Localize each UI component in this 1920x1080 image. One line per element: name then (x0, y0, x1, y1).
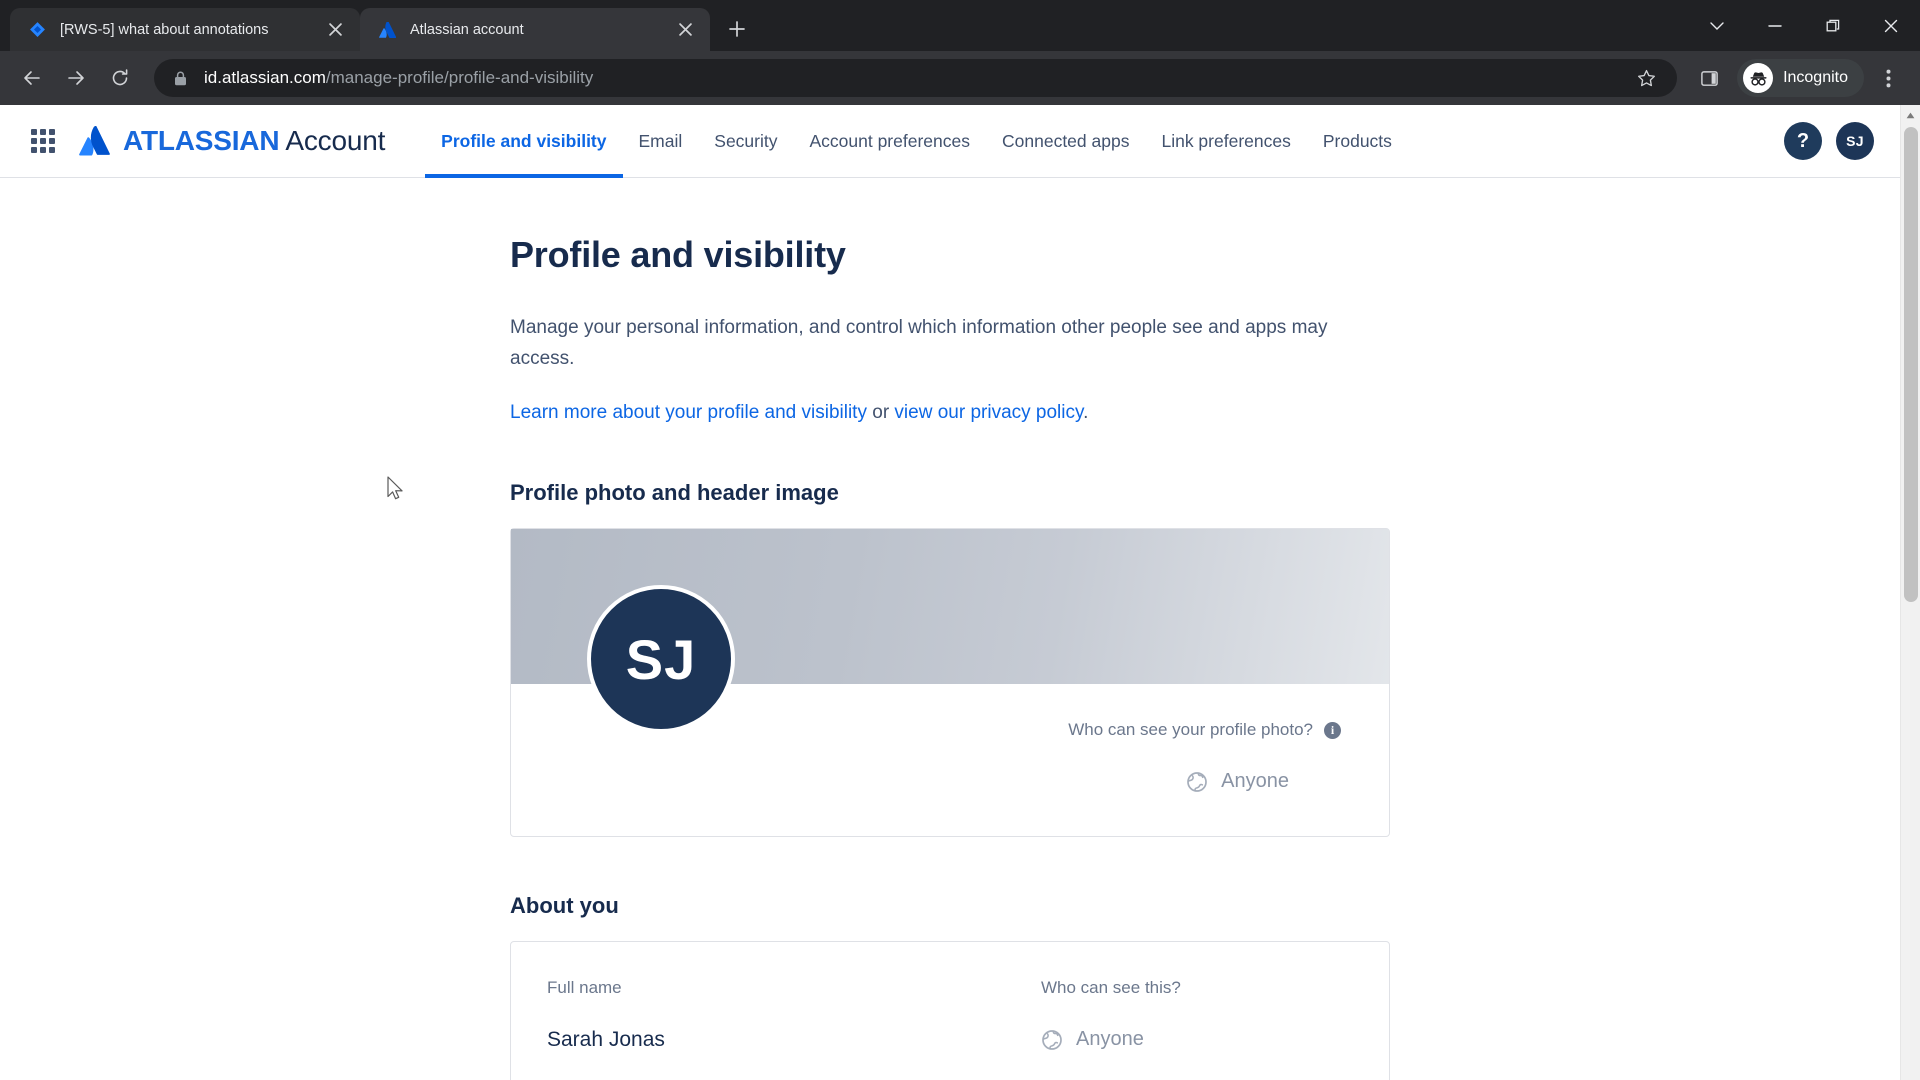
primary-nav: Profile and visibility Email Security Ac… (425, 105, 1774, 178)
tab-strip: [RWS-5] what about annotations Atlassian… (0, 0, 1920, 51)
profile-avatar[interactable]: SJ (587, 585, 735, 733)
incognito-icon (1743, 63, 1774, 93)
atlassian-header: ATLASSIAN Account Profile and visibility… (0, 105, 1900, 178)
incognito-label: Incognito (1783, 69, 1848, 86)
full-name-visibility: Who can see this? Anyone (1041, 978, 1341, 1051)
tab-security[interactable]: Security (698, 105, 793, 178)
minimize-icon[interactable] (1746, 2, 1804, 50)
close-icon[interactable] (672, 17, 698, 43)
browser-window: [RWS-5] what about annotations Atlassian… (0, 0, 1920, 1080)
three-dot-menu-icon[interactable] (1868, 58, 1908, 98)
tab-link-preferences[interactable]: Link preferences (1145, 105, 1306, 178)
about-section-heading: About you (510, 893, 619, 918)
tab-account-preferences[interactable]: Account preferences (793, 105, 986, 178)
link-period: . (1083, 402, 1089, 423)
close-icon[interactable] (322, 17, 348, 43)
privacy-policy-link[interactable]: view our privacy policy (894, 402, 1083, 423)
forward-arrow-icon[interactable] (56, 58, 96, 98)
back-arrow-icon[interactable] (12, 58, 52, 98)
browser-tab[interactable]: [RWS-5] what about annotations (10, 8, 360, 51)
header-image[interactable]: SJ (511, 529, 1389, 733)
photo-section-heading: Profile photo and header image (510, 480, 839, 505)
brand-product: Account (285, 125, 386, 156)
lock-icon (172, 70, 188, 86)
full-name-visibility-label: Who can see this? (1041, 978, 1181, 997)
browser-tab-title: [RWS-5] what about annotations (60, 21, 269, 38)
brand-text: ATLASSIAN Account (123, 125, 385, 157)
link-conjunction: or (866, 402, 895, 423)
side-panel-icon[interactable] (1689, 58, 1729, 98)
help-icon[interactable]: ? (1784, 122, 1822, 160)
tab-connected-apps[interactable]: Connected apps (986, 105, 1145, 178)
visibility-value-text: Anyone (1221, 770, 1289, 792)
page-description: Manage your personal information, and co… (510, 317, 1328, 369)
tab-search-icon[interactable] (1688, 2, 1746, 50)
profile-photo-card: SJ Who can see your profile photo? i Any… (510, 528, 1390, 837)
full-name-row: Full name Sarah Jonas Who can see this? (511, 942, 1389, 1080)
url-text: id.atlassian.com/manage-profile/profile-… (204, 68, 1629, 88)
reload-icon[interactable] (100, 58, 140, 98)
profile-photo-visibility-label: Who can see your profile photo? i (1068, 720, 1341, 740)
browser-tab-title: Atlassian account (410, 21, 524, 38)
new-tab-button[interactable] (720, 12, 754, 46)
vertical-scrollbar[interactable] (1900, 105, 1920, 1080)
profile-photo-visibility-value[interactable]: Anyone (1186, 770, 1341, 793)
address-bar[interactable]: id.atlassian.com/manage-profile/profile-… (154, 59, 1678, 97)
incognito-indicator[interactable]: Incognito (1737, 59, 1864, 97)
browser-toolbar: id.atlassian.com/manage-profile/profile-… (0, 51, 1920, 105)
window-controls (1688, 0, 1920, 51)
globe-icon (1041, 1029, 1063, 1051)
full-name-field: Full name Sarah Jonas (547, 978, 1041, 1052)
tab-email[interactable]: Email (623, 105, 699, 178)
scrollbar-thumb[interactable] (1904, 127, 1918, 602)
tab-products[interactable]: Products (1307, 105, 1408, 178)
avatar[interactable]: SJ (1836, 122, 1874, 160)
about-you-card: Full name Sarah Jonas Who can see this? (510, 941, 1390, 1080)
globe-icon (1186, 771, 1208, 793)
bookmark-star-icon[interactable] (1629, 61, 1663, 95)
close-icon[interactable] (1862, 2, 1920, 50)
jira-icon (28, 21, 46, 39)
atlassian-mark-icon (78, 125, 112, 156)
browser-tab[interactable]: Atlassian account (360, 8, 710, 51)
help-links: Learn more about your profile and visibi… (510, 402, 1390, 424)
full-name-visibility-value[interactable]: Anyone (1041, 1028, 1144, 1051)
tab-profile-and-visibility[interactable]: Profile and visibility (425, 105, 623, 178)
page-content: ATLASSIAN Account Profile and visibility… (0, 105, 1900, 1080)
page-title: Profile and visibility (510, 234, 846, 275)
page-viewport: ATLASSIAN Account Profile and visibility… (0, 105, 1920, 1080)
header-actions: ? SJ (1784, 122, 1874, 160)
url-path: /manage-profile/profile-and-visibility (325, 68, 594, 87)
full-name-label: Full name (547, 978, 622, 997)
atlassian-icon (378, 21, 396, 39)
maximize-icon[interactable] (1804, 2, 1862, 50)
visibility-question-text: Who can see your profile photo? (1068, 720, 1313, 739)
atlassian-logo[interactable]: ATLASSIAN Account (78, 125, 385, 157)
url-host: id.atlassian.com (204, 68, 326, 87)
visibility-value-text: Anyone (1076, 1028, 1144, 1050)
scroll-up-arrow-icon[interactable] (1901, 105, 1920, 125)
info-icon[interactable]: i (1324, 721, 1341, 739)
learn-more-link[interactable]: Learn more about your profile and visibi… (510, 402, 867, 423)
main-content: Profile and visibility Manage your perso… (0, 178, 1900, 1080)
grid-apps-icon[interactable] (26, 124, 60, 158)
brand-name: ATLASSIAN (123, 125, 280, 156)
full-name-value[interactable]: Sarah Jonas (547, 1028, 1041, 1052)
